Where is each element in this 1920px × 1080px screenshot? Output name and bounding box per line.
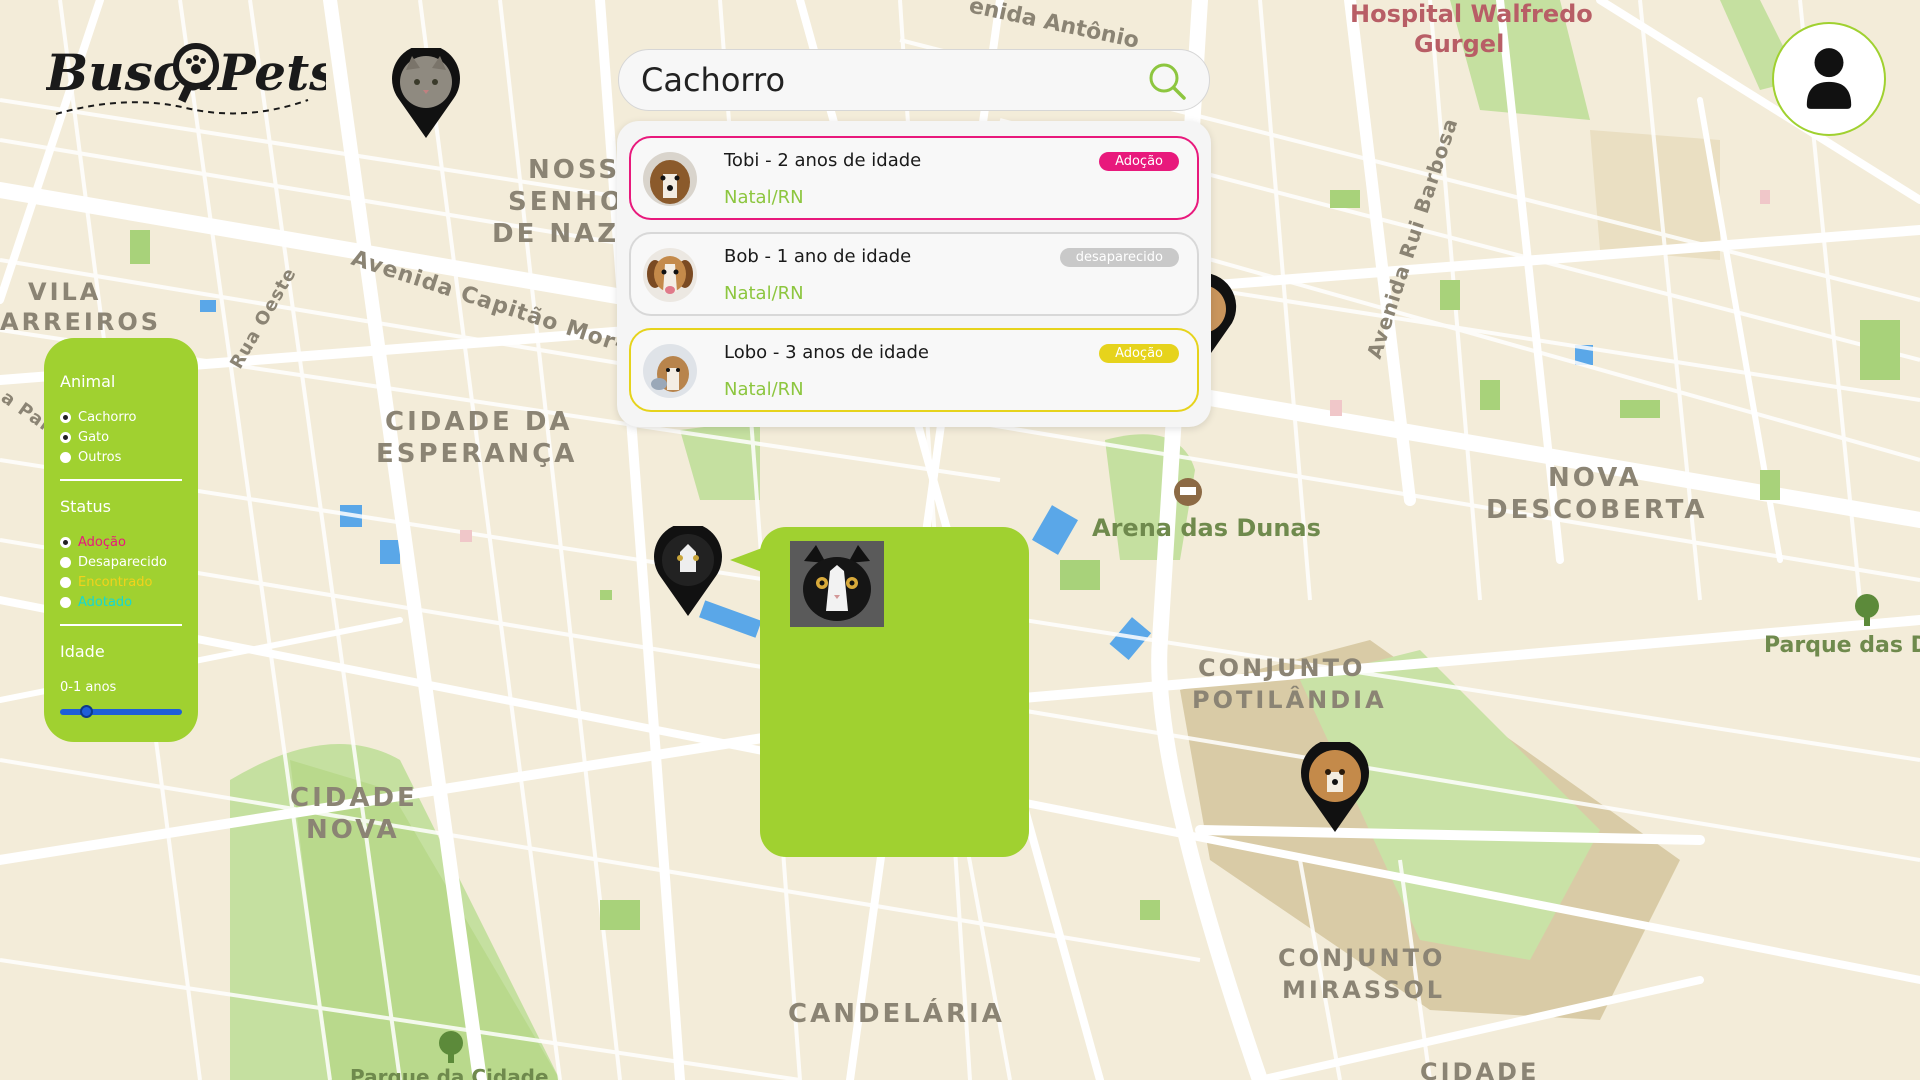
map-label: Parque das Du (1764, 633, 1920, 658)
map-label: ARREIROS (0, 308, 161, 336)
age-range-value: 0-1 anos (60, 679, 117, 695)
status-option[interactable]: Adoção (60, 532, 182, 552)
map-label: CONJUNTO (1198, 654, 1365, 682)
radio-button[interactable] (60, 411, 71, 423)
pet-name: Bob - 1 ano de idade (724, 246, 912, 267)
profile-button[interactable] (1772, 22, 1886, 136)
status-badge: desaparecido (1059, 248, 1179, 267)
map-label: CIDADE DA (385, 407, 573, 437)
dog-avatar (643, 248, 697, 302)
map-label: POTILÂNDIA (1192, 685, 1387, 714)
map-label: NOVA (1548, 463, 1642, 493)
radio-button[interactable] (60, 431, 71, 443)
map-pin-cat-selected[interactable] (652, 526, 724, 618)
radio-button[interactable] (60, 576, 71, 588)
map-label: CANDELÁRIA (788, 997, 1005, 1029)
map-label: Hospital Walfredo (1350, 0, 1593, 28)
pet-city: Natal/RN (724, 379, 804, 400)
result-card[interactable]: Bob - 1 ano de idade Natal/RN desapareci… (629, 232, 1199, 316)
result-card[interactable]: Lobo - 3 anos de idade Natal/RN Adoção (629, 328, 1199, 412)
radio-button[interactable] (60, 451, 71, 463)
radio-button[interactable] (60, 536, 71, 548)
age-slider-handle[interactable] (79, 705, 93, 718)
filter-status-title: Status (60, 497, 111, 516)
logo-word-right: Pets (216, 43, 326, 102)
map-label: SENHO (508, 187, 625, 217)
map-label: Arena das Dunas (1092, 514, 1321, 542)
filter-panel: Animal Cachorro Gato Outros Status Adoção D… (44, 338, 198, 742)
map-pin-dog[interactable] (1299, 742, 1371, 834)
status-option[interactable]: Adotado (60, 592, 182, 612)
status-option[interactable]: Desaparecido (60, 552, 182, 572)
pet-city: Natal/RN (724, 283, 804, 304)
age-slider[interactable] (60, 705, 182, 718)
search-icon[interactable] (1147, 61, 1187, 101)
status-option-label: Adotado (78, 594, 133, 610)
status-badge: Adoção (1099, 344, 1179, 363)
status-badge: Adoção (1099, 152, 1179, 171)
pet-name: Lobo - 3 anos de idade (724, 342, 930, 363)
status-option[interactable]: Encontrado (60, 572, 182, 592)
map-label: NOVA (306, 815, 400, 845)
search-results: Tobi - 2 anos de idade Natal/RN Adoção B… (617, 121, 1211, 427)
search-input[interactable] (641, 61, 1121, 99)
map-label: CIDADE (290, 783, 418, 813)
map-pin-cat[interactable] (390, 48, 462, 140)
map-label: DESCOBERTA (1486, 495, 1708, 525)
divider (60, 479, 182, 481)
status-option-label: Desaparecido (78, 554, 167, 570)
pet-city: Natal/RN (724, 187, 804, 208)
search-bar[interactable] (618, 49, 1210, 111)
logo: Busca Pets (46, 43, 326, 115)
radio-button[interactable] (60, 556, 71, 568)
animal-option-label: Cachorro (78, 409, 137, 425)
divider (60, 624, 182, 626)
map-label: MIRASSOL (1282, 976, 1445, 1004)
map-label: Parque da Cidade (350, 1065, 549, 1080)
animal-option[interactable]: Outros (60, 447, 182, 467)
animal-option[interactable]: Gato (60, 427, 182, 447)
animal-option[interactable]: Cachorro (60, 407, 182, 427)
map-label: Gurgel (1414, 30, 1504, 58)
animal-option-label: Outros (78, 449, 122, 465)
filter-age-title: Idade (60, 642, 105, 661)
map-label: VILA (28, 278, 101, 306)
result-card[interactable]: Tobi - 2 anos de idade Natal/RN Adoção (629, 136, 1199, 220)
popup-tail (730, 548, 762, 572)
pet-name: Tobi - 2 anos de idade (724, 150, 922, 171)
map-label: ESPERANÇA (376, 439, 577, 469)
dog-avatar (643, 152, 697, 206)
map-label: CONJUNTO (1278, 944, 1445, 972)
stadium-icon (1174, 478, 1202, 506)
pet-photo (790, 541, 884, 627)
user-icon (1806, 48, 1852, 109)
pet-popup[interactable] (760, 527, 1029, 857)
dog-avatar (643, 344, 697, 398)
filter-animal-title: Animal (60, 372, 116, 391)
animal-option-label: Gato (78, 429, 110, 445)
map-label: CIDADE (1420, 1058, 1539, 1080)
status-option-label: Encontrado (78, 574, 153, 590)
status-option-label: Adoção (78, 534, 126, 550)
radio-button[interactable] (60, 596, 71, 608)
